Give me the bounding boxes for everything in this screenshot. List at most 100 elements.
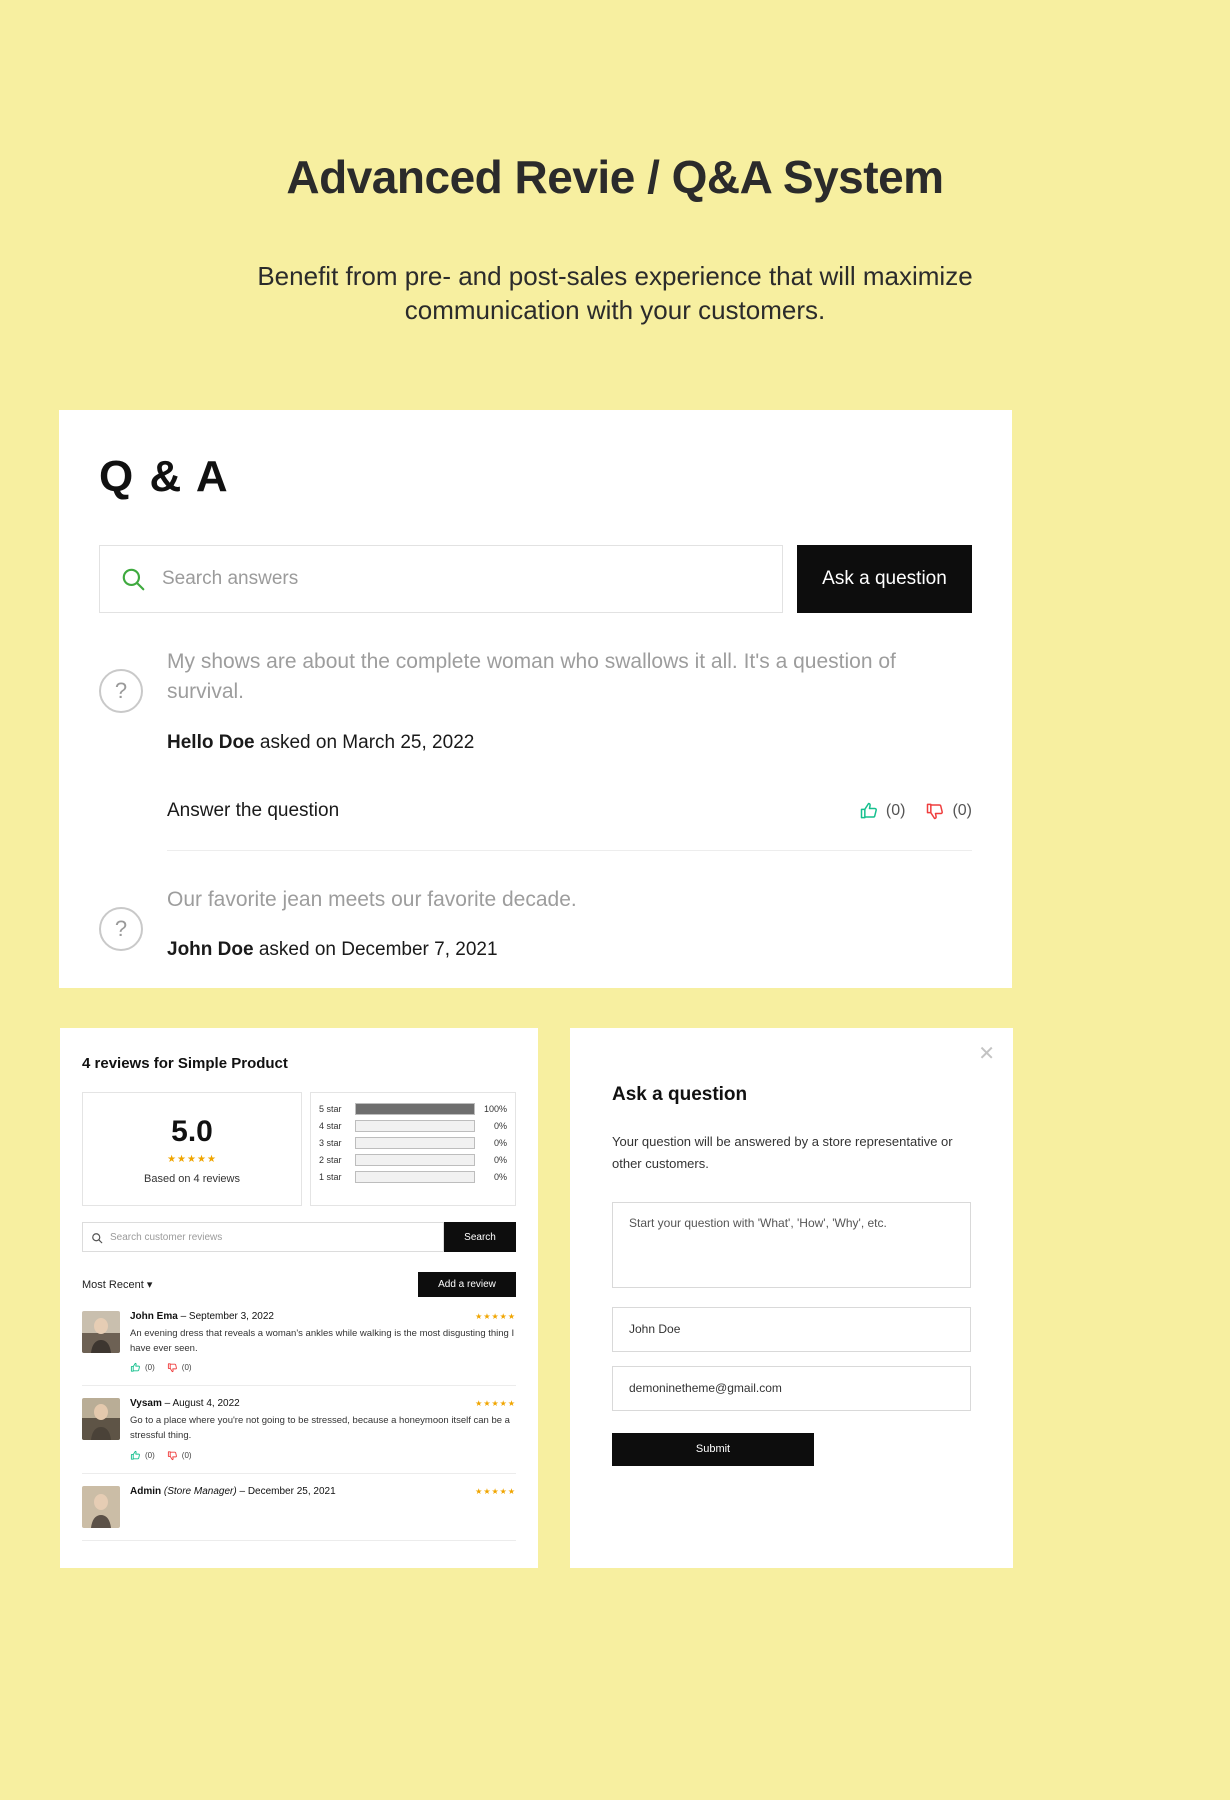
- search-icon: [91, 1231, 103, 1244]
- page-subtitle: Benefit from pre- and post-sales experie…: [257, 261, 973, 326]
- rating-bar-label: 5 star: [319, 1104, 342, 1114]
- qa-answer-item: Yes of course possible, you can use Woom…: [99, 961, 972, 988]
- question-mark-icon: ?: [99, 669, 143, 713]
- email-field[interactable]: [612, 1365, 971, 1411]
- reviews-search-input[interactable]: [110, 1231, 435, 1243]
- review-author-line: Admin (Store Manager) – December 25, 202…: [130, 1486, 336, 1497]
- qa-question-item: ? My shows are about the complete woman …: [99, 613, 972, 851]
- downvote-button[interactable]: (0): [925, 801, 972, 821]
- rating-bar-fill: [356, 1104, 474, 1114]
- reviews-list: John Ema – September 3, 2022 ★★★★★ An ev…: [82, 1311, 516, 1541]
- reviews-search-field[interactable]: [82, 1222, 444, 1252]
- review-date: – September 3, 2022: [177, 1311, 274, 1322]
- ask-modal-description: Your question will be answered by a stor…: [612, 1134, 953, 1172]
- upvote-button[interactable]: (0): [859, 801, 906, 821]
- submit-button[interactable]: Submit: [612, 1432, 814, 1466]
- review-text: Go to a place where you're not going to …: [130, 1415, 510, 1442]
- review-date: – December 25, 2021: [236, 1485, 336, 1497]
- rating-bar-percent: 0%: [493, 1172, 507, 1182]
- rating-bar-row[interactable]: 2 star 0%: [319, 1154, 507, 1166]
- downvote-count: (0): [952, 801, 972, 819]
- rating-bar-percent: 0%: [493, 1121, 507, 1131]
- hero-section: Advanced Revie / Q&A System Benefit from…: [0, 0, 1230, 328]
- review-author: John Ema: [130, 1311, 178, 1322]
- rating-bar-row[interactable]: 1 star 0%: [319, 1171, 507, 1183]
- rating-bar-row[interactable]: 5 star 100%: [319, 1103, 507, 1115]
- close-icon[interactable]: ✕: [978, 1044, 995, 1064]
- review-downvote-button[interactable]: (0): [167, 1450, 192, 1461]
- thumbs-down-icon: [167, 1451, 177, 1460]
- review-stars: ★★★★★: [475, 1399, 516, 1409]
- rating-bar-track: [355, 1120, 475, 1132]
- question-text: My shows are about the complete woman wh…: [167, 650, 896, 704]
- review-downvote-count: (0): [181, 1363, 192, 1373]
- review-author-line: John Ema – September 3, 2022: [130, 1311, 274, 1322]
- reviews-search-button[interactable]: Search: [444, 1222, 516, 1252]
- review-date: – August 4, 2022: [161, 1398, 240, 1410]
- review-downvote-button[interactable]: (0): [167, 1362, 192, 1373]
- question-date: asked on December 7, 2021: [253, 939, 498, 961]
- review-item: John Ema – September 3, 2022 ★★★★★ An ev…: [82, 1311, 516, 1387]
- rating-bar-track: [355, 1154, 475, 1166]
- qa-heading: Q & A: [99, 452, 230, 501]
- answer-the-question-link[interactable]: Answer the question: [167, 800, 339, 822]
- ask-modal-title: Ask a question: [612, 1084, 748, 1105]
- question-author: Hello Doe: [167, 731, 255, 753]
- rating-bar-row[interactable]: 3 star 0%: [319, 1137, 507, 1149]
- review-stars: ★★★★★: [475, 1312, 516, 1321]
- rating-bar-label: 2 star: [319, 1155, 342, 1165]
- reviews-sort-dropdown[interactable]: Most Recent ▾: [82, 1278, 152, 1291]
- upvote-count: (0): [885, 801, 906, 819]
- review-upvote-button[interactable]: (0): [130, 1450, 155, 1461]
- question-text: Our favorite jean meets our favorite dec…: [167, 887, 577, 911]
- rating-bar-label: 4 star: [319, 1121, 342, 1131]
- rating-bar-percent: 0%: [493, 1138, 507, 1148]
- review-stars: ★★★★★: [475, 1486, 516, 1496]
- ask-a-question-button[interactable]: Ask a question: [797, 545, 972, 613]
- review-author: Admin: [130, 1485, 162, 1497]
- review-item: Vysam – August 4, 2022 ★★★★★ Go to a pla…: [82, 1398, 516, 1474]
- rating-bar-track: [355, 1103, 475, 1115]
- question-meta: Hello Doe asked on March 25, 2022: [167, 732, 972, 754]
- rating-bar-row[interactable]: 4 star 0%: [319, 1120, 507, 1132]
- avatar: [82, 1485, 120, 1528]
- thumbs-down-icon: [927, 803, 944, 820]
- thumbs-up-icon: [860, 802, 877, 819]
- avatar: [82, 1398, 120, 1441]
- rating-bar-percent: 0%: [493, 1155, 507, 1165]
- reviews-toolbar: Most Recent ▾ Add a review: [82, 1272, 516, 1297]
- rating-bar-track: [355, 1171, 475, 1183]
- review-author: Vysam: [130, 1398, 162, 1410]
- name-field[interactable]: [612, 1306, 971, 1352]
- qa-panel: Q & A Ask a question ? My sh: [59, 410, 1012, 988]
- reviews-panel: 4 reviews for Simple Product 5.0 ★★★★★ B…: [60, 1028, 538, 1568]
- reviews-summary: 5.0 ★★★★★ Based on 4 reviews 5 star 100%…: [82, 1092, 516, 1206]
- qa-search-input[interactable]: [162, 568, 762, 590]
- question-meta: John Doe asked on December 7, 2021: [167, 939, 972, 961]
- rating-bar-label: 3 star: [319, 1138, 342, 1148]
- average-rating-subtitle: Based on 4 reviews: [144, 1173, 240, 1185]
- review-downvote-count: (0): [181, 1450, 192, 1460]
- average-rating-box: 5.0 ★★★★★ Based on 4 reviews: [82, 1092, 302, 1206]
- vote-group: (0) (0): [859, 801, 972, 821]
- reviews-heading: 4 reviews for Simple Product: [82, 1055, 288, 1072]
- question-actions: Answer the question (0) (0): [167, 800, 972, 851]
- review-text: An evening dress that reveals a woman's …: [130, 1328, 515, 1354]
- chevron-down-icon: ▾: [146, 1279, 153, 1291]
- question-textarea[interactable]: [612, 1201, 971, 1288]
- rating-bar-percent: 100%: [483, 1104, 507, 1114]
- qa-question-item: ? Our favorite jean meets our favorite d…: [99, 851, 972, 961]
- average-rating-stars: ★★★★★: [167, 1154, 217, 1165]
- review-upvote-button[interactable]: (0): [130, 1362, 155, 1373]
- average-rating-value: 5.0: [171, 1115, 213, 1148]
- rating-bar-track: [355, 1137, 475, 1149]
- review-upvote-count: (0): [145, 1363, 155, 1373]
- reviews-sort-label: Most Recent: [82, 1279, 144, 1291]
- page-title: Advanced Revie / Q&A System: [286, 151, 944, 203]
- review-upvote-count: (0): [145, 1450, 155, 1460]
- qa-search-row: Ask a question: [99, 545, 972, 613]
- add-a-review-button[interactable]: Add a review: [418, 1272, 516, 1297]
- thumbs-up-icon: [130, 1450, 140, 1460]
- qa-search-field[interactable]: [99, 545, 783, 613]
- question-author: John Doe: [167, 939, 254, 961]
